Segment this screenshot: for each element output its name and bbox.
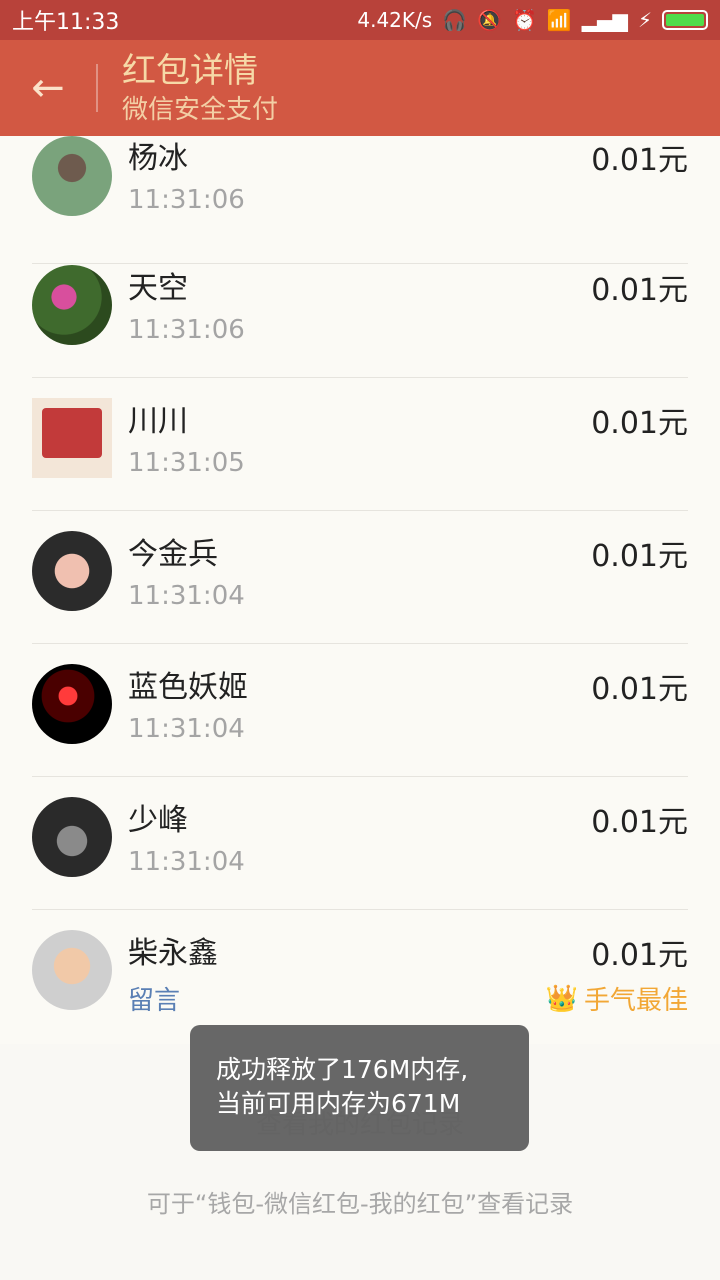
message-link[interactable]: 留言 [128,980,180,1017]
wifi-icon: 📶 [546,8,572,32]
page-title: 红包详情 [122,51,258,91]
amount: 0.01元 [591,672,688,707]
avatar [32,797,112,877]
list-item[interactable]: 天空 11:31:06 0.01元 [32,245,688,378]
app-bar: ← 红包详情 微信安全支付 [0,40,720,136]
list-item[interactable]: 今金兵 11:31:04 0.01元 [32,511,688,644]
back-button[interactable]: ← [0,40,96,136]
receive-time: 11:31:04 [128,581,245,611]
signal-icon: ▂▄▆ [581,8,628,32]
amount: 0.01元 [591,938,688,973]
header-divider [96,64,98,112]
crown-icon: 👑 [545,983,578,1014]
receive-time: 11:31:04 [128,847,245,877]
list-item[interactable]: 柴永鑫 留言 0.01元 👑 手气最佳 [32,910,688,1043]
avatar [32,398,112,478]
mute-icon: 🔕 [477,8,502,32]
receiver-name: 川川 [128,404,188,439]
avatar [32,136,112,216]
status-icons: 4.42K/s 🎧 🔕 ⏰ 📶 ▂▄▆ ⚡ [357,8,708,32]
receiver-name: 蓝色妖姬 [128,670,248,705]
title-block: 红包详情 微信安全支付 [122,49,278,127]
avatar [32,531,112,611]
amount: 0.01元 [591,406,688,441]
page-subtitle: 微信安全支付 [122,95,279,125]
receiver-name: 少峰 [128,803,188,838]
receive-time: 11:31:04 [128,714,245,744]
status-time: 上午11:33 [12,10,120,35]
amount: 0.01元 [591,539,688,574]
amount: 0.01元 [591,273,688,308]
receiver-name: 今金兵 [128,537,218,572]
amount: 0.01元 [591,143,688,178]
status-bar: 上午11:33 4.42K/s 🎧 🔕 ⏰ 📶 ▂▄▆ ⚡ [0,0,720,40]
list-item[interactable]: 川川 11:31:05 0.01元 [32,378,688,511]
receive-time: 11:31:05 [128,448,245,478]
best-luck-badge: 👑 手气最佳 [546,980,688,1017]
toast-message: 成功释放了176M内存, 当前可用内存为671M [190,1025,529,1151]
receiver-name: 杨冰 [128,141,188,176]
avatar [32,930,112,1010]
headphones-icon: 🎧 [442,8,468,32]
receiver-list: 杨冰 11:31:06 0.01元 天空 11:31:06 0.01元 川川 1… [0,136,720,1044]
receive-time: 11:31:06 [128,315,245,345]
list-item[interactable]: 少峰 11:31:04 0.01元 [32,777,688,910]
best-luck-label: 手气最佳 [583,986,688,1016]
receive-time: 11:31:06 [128,185,245,215]
back-arrow-icon: ← [31,65,65,111]
network-speed: 4.42K/s [357,8,433,32]
avatar [32,664,112,744]
toast-line-1: 成功释放了176M内存, [216,1055,469,1084]
alarm-icon: ⏰ [511,8,537,32]
receiver-name: 柴永鑫 [128,936,218,971]
record-hint: 可于“钱包-微信红包-我的红包”查看记录 [146,1190,574,1218]
amount: 0.01元 [591,805,688,840]
list-item[interactable]: 蓝色妖姬 11:31:04 0.01元 [32,644,688,777]
battery-icon [662,10,708,30]
receiver-name: 天空 [128,271,188,306]
charging-icon: ⚡ [637,8,652,32]
avatar [32,265,112,345]
toast-line-2: 当前可用内存为671M [216,1089,461,1118]
